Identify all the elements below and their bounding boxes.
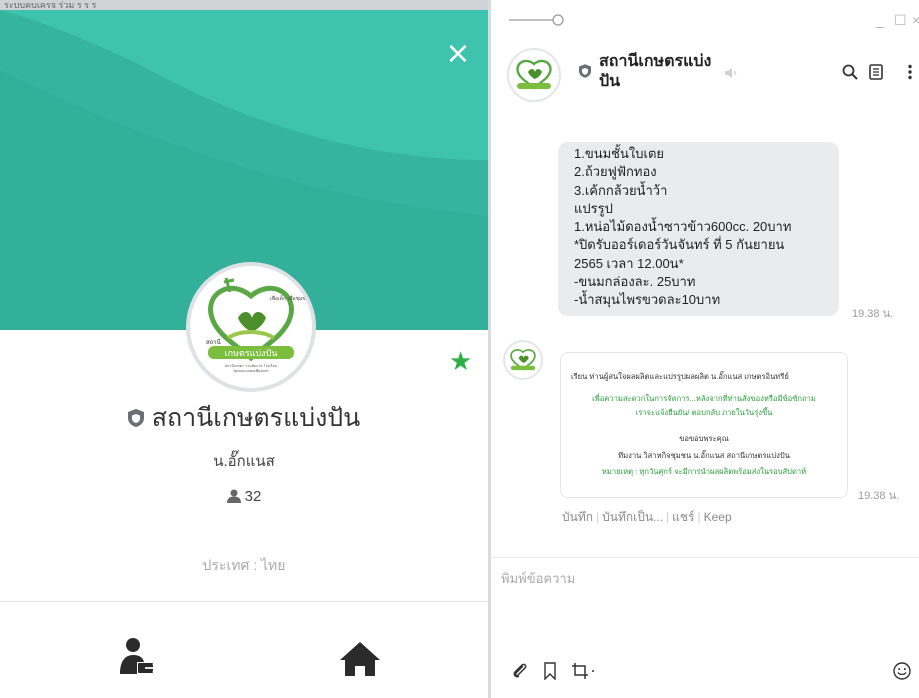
screenshot-crop-icon[interactable] <box>571 662 599 680</box>
favorite-star-icon[interactable]: ★ <box>449 347 472 377</box>
save-as-action[interactable]: บันทึกเป็น... <box>602 510 663 524</box>
message-line: *ปิดรับออร์เดอร์วันจันทร์ ที่ 5 กันยายน <box>574 237 785 253</box>
message-line: -น้ำสมุนไพรขวดละ10บาท <box>574 292 721 308</box>
friends-count: 32 <box>0 488 488 505</box>
chat-header: สถานีเกษตรแบ่งปัน <box>491 40 919 112</box>
profile-divider <box>0 601 488 602</box>
message-timestamp: 19.38 น. <box>858 490 900 502</box>
profile-status-message: น.อั๊กแนส <box>213 453 275 470</box>
share-action[interactable]: แชร์ <box>672 510 694 524</box>
person-share-icon <box>120 638 159 674</box>
card-line: เราจะแจ้งยืนยัน/ ตอบกลับ ภายในวันรุ่งขึ้… <box>635 408 773 417</box>
card-line: ขอขอบพระคุณ <box>679 434 729 443</box>
more-menu-icon[interactable] <box>907 64 913 80</box>
keep-action[interactable]: Keep <box>704 510 732 524</box>
chat-avatar-logo <box>510 51 558 99</box>
message-line: 2565 เวลา 12.00น* <box>574 255 684 271</box>
emoji-icon[interactable] <box>893 662 911 680</box>
mute-speaker-icon <box>725 68 737 78</box>
card-line: เรียน ท่านผู้สนใจผลผลิตและแปรรูปผลผลิต น… <box>571 372 789 381</box>
official-shield-icon <box>579 64 591 78</box>
profile-name-text: สถานีเกษตรแบ่งปัน <box>151 404 361 432</box>
minimize-button[interactable]: _ <box>876 12 884 28</box>
chat-avatar[interactable] <box>507 48 561 102</box>
window-titlebar: _ ☐ × <box>491 0 919 40</box>
share-account-button[interactable] <box>117 636 161 680</box>
close-profile-button[interactable]: × <box>444 39 472 69</box>
home-icon <box>340 642 380 676</box>
card-line: ทีมงาน วิสาหกิจชุมชน น.อั๊กแนส สถานีเกษต… <box>618 451 790 460</box>
message-actions: บันทึก | บันทึกเป็น... | แชร์ | Keep <box>562 510 732 524</box>
chat-window: _ ☐ × สถานีเกษตรแบ่งปัน 1.ขนมชั้นใบเตย 2… <box>491 0 919 698</box>
logo-small-text: เพื่อเด็ก เพื่อชุมชน <box>270 294 310 302</box>
logo-tiny-text-1: สถานีเกษตร ร.เฉลิมแก่ง โรงเรียน <box>225 363 278 368</box>
message-line: แปรรูป <box>574 200 613 216</box>
sender-avatar[interactable] <box>503 340 543 380</box>
message-input[interactable] <box>501 568 906 648</box>
notes-icon[interactable] <box>869 64 883 80</box>
sender-avatar-logo <box>505 342 541 378</box>
message-bubble: 1.ขนมชั้นใบเตย 2.ถ้วยฟูฟักทอง 3.เค้กกล้ว… <box>558 142 839 316</box>
person-icon <box>226 489 241 503</box>
message-line: 2.ถ้วยฟูฟักทอง <box>574 164 657 180</box>
pin-window-icon[interactable] <box>507 12 567 28</box>
message-timestamp: 19.38 น. <box>852 308 894 320</box>
screen: ระบบคบเครจ ร่วม ร ร ร × สถานี เกษตรแบ่งป… <box>0 0 919 698</box>
profile-country: ประเทศ : ไทย <box>202 557 286 573</box>
card-line: หมายเหตุ : ทุกวันศุกร์ จะมีการนำผลผลิตพร… <box>601 467 807 476</box>
chat-title: สถานีเกษตรแบ่งปัน <box>599 53 712 90</box>
official-shield-icon <box>127 405 144 434</box>
profile-name: สถานีเกษตรแบ่งปัน <box>0 398 488 438</box>
logo-line2: เกษตรแบ่งปัน <box>225 349 278 359</box>
message-line: 3.เค้กกล้วยน้ำว้า <box>574 182 668 198</box>
card-line: เพื่อความสะดวกในการจัดการ...หลังจากที่ท่… <box>592 394 816 403</box>
message-line: -ขนมกล่องละ. 25บาท <box>574 274 696 290</box>
close-window-button[interactable]: × <box>912 12 919 28</box>
attach-file-icon[interactable] <box>511 662 529 680</box>
search-icon[interactable] <box>842 64 858 80</box>
save-action[interactable]: บันทึก <box>562 510 593 524</box>
composer-divider <box>491 557 919 558</box>
keep-bookmark-icon[interactable] <box>543 662 557 680</box>
background-window-strip: ระบบคบเครจ ร่วม ร ร ร <box>0 0 488 10</box>
message-line: 1.ขนมชั้นใบเตย <box>574 146 664 161</box>
message-line: 1.หน่อไม้ดองน้ำซาวข้าว600cc. 20บาท <box>574 219 792 235</box>
profile-panel: ระบบคบเครจ ร่วม ร ร ร × สถานี เกษตรแบ่งป… <box>0 0 488 698</box>
image-message-card[interactable]: เรียน ท่านผู้สนใจผลผลิตและแปรรูปผลผลิต น… <box>560 352 848 498</box>
station-logo: สถานี เกษตรแบ่งปัน เพื่อเด็ก เพื่อชุมชน … <box>191 267 311 387</box>
profile-avatar: สถานี เกษตรแบ่งปัน เพื่อเด็ก เพื่อชุมชน … <box>186 262 316 392</box>
logo-line1: สถานี <box>206 338 221 346</box>
friends-count-value: 32 <box>244 488 262 505</box>
home-button[interactable] <box>338 636 382 680</box>
maximize-button[interactable]: ☐ <box>894 12 907 29</box>
